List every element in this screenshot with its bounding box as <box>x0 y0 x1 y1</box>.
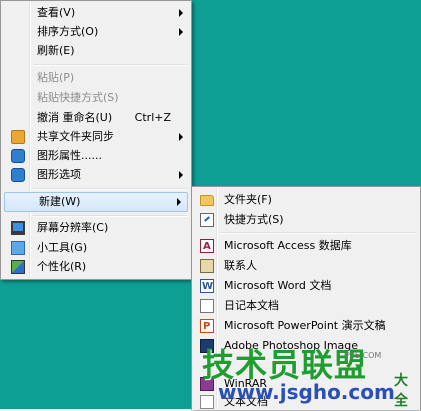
submenu-item-access-database[interactable]: Microsoft Access 数据库 <box>194 237 418 256</box>
menu-item-label: 个性化(R) <box>37 260 87 273</box>
graphics-options-icon <box>11 168 25 182</box>
menu-item-label: 粘贴(P) <box>37 71 75 84</box>
menu-item-label: 文件夹(F) <box>224 193 272 206</box>
menu-item-share-sync[interactable]: 共享文件夹同步 <box>3 128 189 146</box>
menu-item-personalize[interactable]: 个性化(R) <box>3 258 189 276</box>
submenu-item-shortcut[interactable]: 快捷方式(S) <box>194 211 418 229</box>
watermark-small: P85.COM <box>345 351 382 360</box>
personalize-icon <box>11 260 25 274</box>
submenu-item-folder[interactable]: 文件夹(F) <box>194 191 418 209</box>
menu-item-label: 新建(W) <box>39 195 81 208</box>
watermark-url: www.jsgho.com <box>218 380 395 404</box>
folder-icon <box>200 195 214 206</box>
monitor-icon <box>11 221 25 235</box>
menu-item-label: 小工具(G) <box>37 241 88 254</box>
menu-item-label: Microsoft Access 数据库 <box>224 239 352 252</box>
menu-item-label: Microsoft PowerPoint 演示文稿 <box>224 319 386 332</box>
menu-item-label: 排序方式(O) <box>37 25 99 38</box>
graphics-properties-icon <box>11 149 25 163</box>
menu-item-label: 屏幕分辨率(C) <box>37 221 109 234</box>
menu-item-undo-rename[interactable]: 撤消 重命名(U) Ctrl+Z <box>3 109 189 127</box>
gadget-icon <box>11 241 25 255</box>
menu-item-graphics-properties[interactable]: 图形属性...... <box>3 147 189 165</box>
menu-separator <box>33 64 187 66</box>
submenu-item-journal-document[interactable]: 日记本文档 <box>194 297 418 315</box>
text-document-icon <box>200 395 214 409</box>
menu-item-label: 快捷方式(S) <box>224 213 284 226</box>
menu-item-label: 联系人 <box>224 259 257 272</box>
menu-item-label: 撤消 重命名(U) <box>37 111 113 124</box>
menu-item-screen-resolution[interactable]: 屏幕分辨率(C) <box>3 219 189 237</box>
menu-item-view[interactable]: 查看(V) <box>3 4 189 22</box>
menu-item-label: 共享文件夹同步 <box>37 130 114 143</box>
powerpoint-icon <box>200 318 214 336</box>
submenu-arrow-icon <box>179 28 183 36</box>
menu-item-graphics-options[interactable]: 图形选项 <box>3 166 189 184</box>
menu-item-label: 查看(V) <box>37 6 76 19</box>
menu-item-label: 图形属性...... <box>37 149 102 162</box>
menu-item-paste: 粘贴(P) <box>3 69 189 87</box>
submenu-arrow-icon <box>179 171 183 179</box>
menu-item-label: 图形选项 <box>37 168 81 181</box>
submenu-item-word-document[interactable]: Microsoft Word 文档 <box>194 277 418 296</box>
menu-item-label: Microsoft Word 文档 <box>224 279 332 292</box>
menu-item-sort-by[interactable]: 排序方式(O) <box>3 23 189 41</box>
menu-item-refresh[interactable]: 刷新(E) <box>3 42 189 60</box>
submenu-arrow-icon <box>179 133 183 141</box>
menu-item-new[interactable]: 新建(W) <box>4 192 188 212</box>
share-sync-icon <box>11 130 25 144</box>
shortcut-icon <box>200 213 214 227</box>
submenu-arrow-icon <box>179 9 183 17</box>
submenu-item-powerpoint[interactable]: Microsoft PowerPoint 演示文稿 <box>194 317 418 336</box>
word-icon <box>200 278 214 296</box>
menu-item-label: 粘贴快捷方式(S) <box>37 91 119 104</box>
menu-item-gadgets[interactable]: 小工具(G) <box>3 239 189 257</box>
menu-separator <box>220 232 416 234</box>
menu-item-label: 刷新(E) <box>37 44 75 57</box>
access-icon <box>200 238 214 256</box>
contact-icon <box>200 259 214 273</box>
desktop-context-menu: 查看(V) 排序方式(O) 刷新(E) 粘贴(P) 粘贴快捷方式(S) 撤消 重… <box>0 0 192 280</box>
menu-separator <box>33 215 187 217</box>
watermark-suffix: 大全 <box>394 373 408 409</box>
menu-separator <box>33 188 187 190</box>
submenu-arrow-icon <box>177 198 181 206</box>
menu-item-label: 日记本文档 <box>224 299 279 312</box>
menu-item-shortcut: Ctrl+Z <box>134 111 171 124</box>
submenu-item-contact[interactable]: 联系人 <box>194 257 418 275</box>
journal-icon <box>200 299 214 313</box>
menu-item-paste-shortcut: 粘贴快捷方式(S) <box>3 89 189 107</box>
